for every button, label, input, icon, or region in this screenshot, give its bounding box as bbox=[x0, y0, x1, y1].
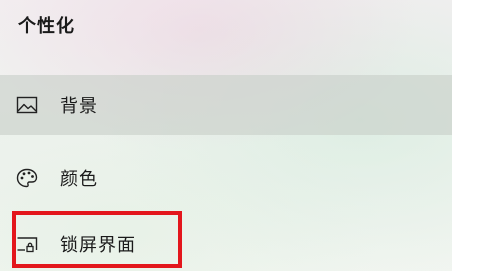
sidebar-item-label: 背景 bbox=[60, 96, 98, 117]
window-edge bbox=[452, 0, 480, 271]
sidebar-item-label: 锁屏界面 bbox=[60, 235, 136, 256]
image-icon bbox=[16, 95, 38, 115]
sidebar-item-background[interactable]: 背景 bbox=[0, 75, 452, 135]
sidebar-item-label: 颜色 bbox=[60, 169, 98, 190]
settings-sidebar: 个性化 背景 颜色 锁屏界面 bbox=[0, 0, 452, 271]
palette-icon bbox=[16, 168, 38, 188]
sidebar-item-colors[interactable]: 颜色 bbox=[0, 148, 452, 208]
sidebar-item-lock-screen[interactable]: 锁屏界面 bbox=[0, 214, 452, 274]
lock-screen-icon bbox=[16, 234, 38, 254]
page-title: 个性化 bbox=[18, 16, 75, 37]
